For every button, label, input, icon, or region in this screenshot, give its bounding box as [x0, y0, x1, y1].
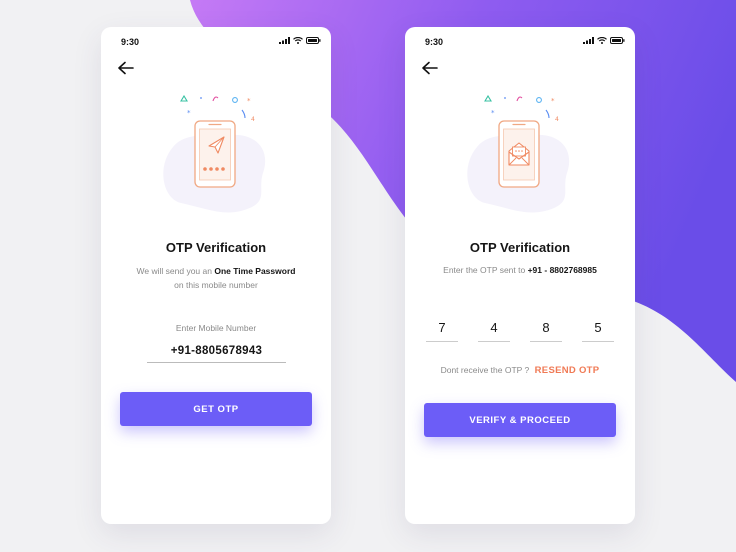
arrow-left-icon[interactable] — [117, 60, 135, 76]
wifi-icon — [293, 37, 303, 44]
svg-text:*: * — [247, 97, 251, 105]
page-title: OTP Verification — [165, 240, 267, 255]
description: We will send you an One Time Password on… — [101, 264, 331, 292]
paper-plane-phone-icon: * * 4 — [163, 95, 266, 213]
svg-text:*: * — [551, 97, 555, 105]
arrow-left-icon[interactable] — [421, 60, 439, 76]
status-icons — [279, 37, 321, 44]
otp-digit-2[interactable] — [478, 314, 510, 342]
mobile-number-input[interactable] — [147, 339, 286, 363]
svg-text:*: * — [187, 109, 191, 117]
wifi-icon — [597, 37, 607, 44]
signal-icon — [279, 37, 290, 44]
envelope-phone-icon: * * 4 — [467, 95, 570, 213]
battery-icon — [610, 37, 625, 44]
battery-icon — [306, 37, 321, 44]
description-text: We will send you an — [136, 266, 212, 276]
signal-icon — [583, 37, 594, 44]
description-text: Enter the OTP sent to — [443, 265, 526, 275]
page-title: OTP Verification — [469, 240, 571, 255]
status-bar: 9:30 — [101, 27, 331, 57]
otp-digit-1[interactable] — [426, 314, 458, 342]
status-icons — [583, 37, 625, 44]
verify-proceed-button[interactable]: VERIFY & PROCEED — [424, 403, 616, 437]
svg-text:*: * — [491, 109, 495, 117]
svg-text:4: 4 — [251, 116, 255, 123]
status-bar: 9:30 — [405, 27, 635, 57]
resend-otp-link[interactable]: RESEND OTP — [535, 365, 600, 376]
sent-to-number: +91 - 8802768985 — [527, 265, 597, 275]
mobile-number-label: Enter Mobile Number — [175, 323, 257, 333]
otp-digit-3[interactable] — [530, 314, 562, 342]
otp-digit-4[interactable] — [582, 314, 614, 342]
status-time: 9:30 — [425, 37, 444, 47]
phone-screen-otp-entry: 9:30 * * 4 OTP Verification Enter the OT… — [405, 27, 635, 524]
status-time: 9:30 — [121, 37, 140, 47]
description-highlight: One Time Password — [214, 266, 296, 276]
resend-row: Dont receive the OTP ? RESEND OTP — [405, 365, 635, 376]
resend-prompt: Dont receive the OTP ? — [440, 365, 530, 375]
get-otp-button[interactable]: GET OTP — [120, 392, 312, 426]
svg-text:4: 4 — [555, 116, 559, 123]
description: Enter the OTP sent to +91 - 8802768985 — [405, 263, 635, 277]
phone-screen-mobile-entry: 9:30 * * 4 OTP Verification We will send… — [101, 27, 331, 524]
description-text-2: on this mobile number — [174, 280, 258, 290]
